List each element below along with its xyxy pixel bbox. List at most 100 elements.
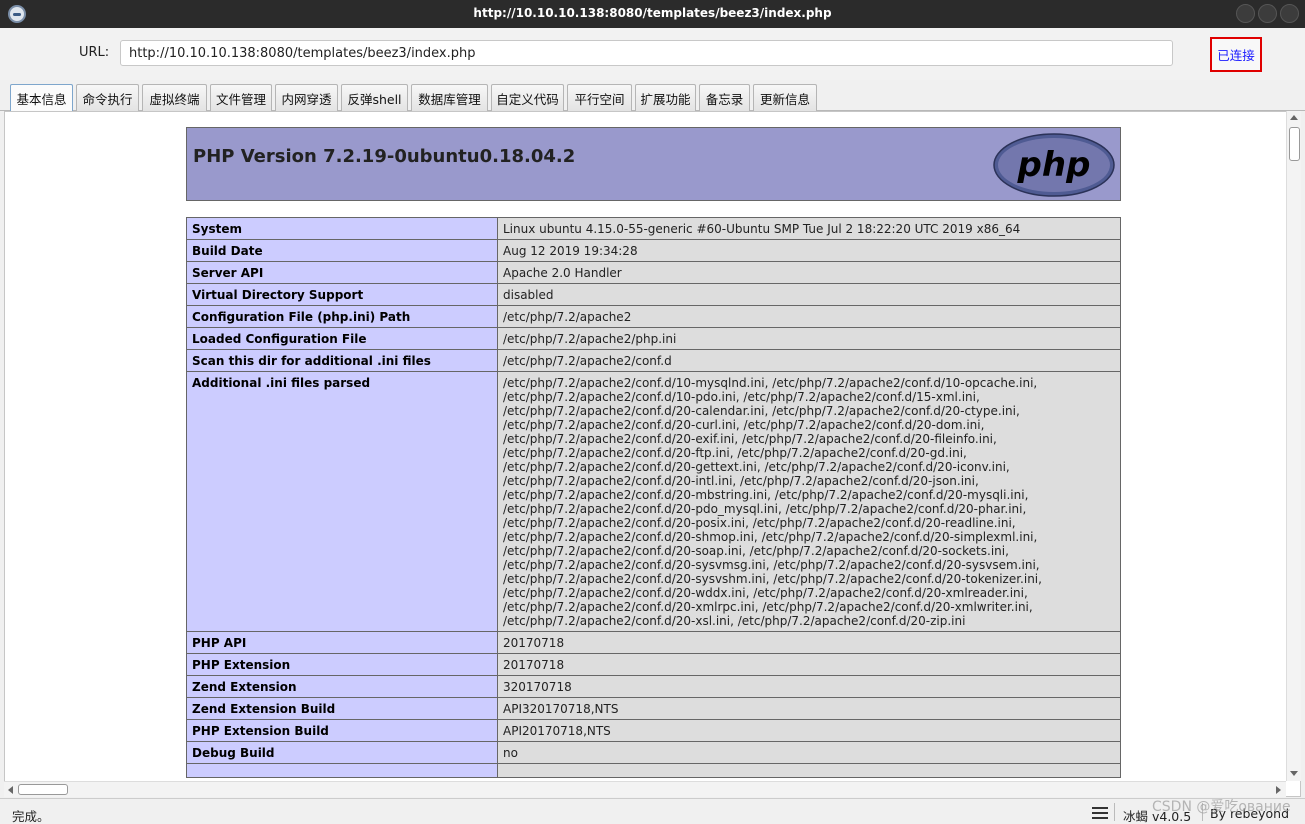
status-divider	[1114, 803, 1115, 821]
status-text: 完成。	[12, 809, 50, 824]
minimize-button[interactable]	[1236, 4, 1255, 23]
phpinfo-row: Zend Extension 320170718	[186, 675, 1121, 698]
php-logo-text: php	[1017, 145, 1091, 185]
horizontal-scrollbar[interactable]	[4, 781, 1286, 797]
ini-file-line: /etc/php/7.2/apache2/conf.d/20-mbstring.…	[503, 488, 1029, 502]
title-bar: http://10.10.10.138:8080/templates/beez3…	[0, 0, 1305, 28]
phpinfo-row: PHP Extension Build API20170718,NTS	[186, 719, 1121, 742]
phpinfo-value: disabled	[497, 283, 1121, 306]
ini-file-line: /etc/php/7.2/apache2/conf.d/20-xsl.ini, …	[503, 614, 966, 628]
horizontal-scroll-thumb[interactable]	[18, 784, 68, 795]
phpinfo-row: PHP Extension 20170718	[186, 653, 1121, 676]
phpinfo-key: Build Date	[186, 239, 498, 262]
tab-9[interactable]: 扩展功能	[635, 84, 696, 111]
phpinfo-table: System Linux ubuntu 4.15.0-55-generic #60…	[186, 217, 1121, 778]
ini-file-line: /etc/php/7.2/apache2/conf.d/20-curl.ini,…	[503, 418, 985, 432]
ini-file-line: /etc/php/7.2/apache2/conf.d/20-wddx.ini,…	[503, 586, 1028, 600]
phpinfo-row: Additional .ini files parsed/etc/php/7.2…	[186, 371, 1121, 632]
phpinfo-value: no	[497, 741, 1121, 764]
url-label: URL:	[79, 45, 110, 60]
php-logo: php	[993, 133, 1115, 197]
watermark: CSDN @爱吃ование	[1152, 799, 1291, 815]
window-title: http://10.10.10.138:8080/templates/beez3…	[473, 6, 832, 20]
phpinfo-key: Loaded Configuration File	[186, 327, 498, 350]
phpinfo-key: Scan this dir for additional .ini files	[186, 349, 498, 372]
ini-file-line: /etc/php/7.2/apache2/conf.d/20-sysvshm.i…	[503, 572, 1042, 586]
status-bar: 完成。 冰蝎 v4.0.5 By rebeyond	[0, 798, 1305, 824]
tab-2[interactable]: 虚拟终端	[142, 84, 207, 111]
phpinfo-key: Zend Extension Build	[186, 697, 498, 720]
phpinfo-row: Scan this dir for additional .ini files /…	[186, 349, 1121, 372]
phpinfo-row: Build Date Aug 12 2019 19:34:28	[186, 239, 1121, 262]
menu-icon[interactable]	[1092, 807, 1108, 819]
tab-6[interactable]: 数据库管理	[411, 84, 488, 111]
ini-file-line: /etc/php/7.2/apache2/conf.d/20-pdo_mysql…	[503, 502, 1027, 516]
phpinfo-row: Zend Extension Build API320170718,NTS	[186, 697, 1121, 720]
tab-11[interactable]: 更新信息	[753, 84, 817, 111]
phpinfo-key: Additional .ini files parsed	[186, 371, 498, 632]
phpinfo-value: /etc/php/7.2/apache2/conf.d/10-mysqlnd.i…	[497, 371, 1121, 632]
ini-file-line: /etc/php/7.2/apache2/conf.d/10-pdo.ini, …	[503, 390, 980, 404]
connection-status: 已连接	[1210, 37, 1262, 72]
ini-file-line: /etc/php/7.2/apache2/conf.d/20-xmlrpc.in…	[503, 600, 1033, 614]
url-input[interactable]	[120, 40, 1173, 66]
scroll-right-arrow-icon[interactable]	[1276, 786, 1281, 794]
phpinfo-key: PHP Extension	[186, 653, 498, 676]
phpinfo-key: Configuration File (php.ini) Path	[186, 305, 498, 328]
phpinfo-value: 20170718	[497, 653, 1121, 676]
tab-bar: 基本信息 命令执行 虚拟终端 文件管理 内网穿透 反弹shell 数据库管理 自定义代码 平行空…	[0, 80, 1305, 111]
ini-file-line: /etc/php/7.2/apache2/conf.d/20-ftp.ini, …	[503, 446, 967, 460]
phpinfo-key: Virtual Directory Support	[186, 283, 498, 306]
phpinfo-key	[186, 763, 498, 778]
tab-7[interactable]: 自定义代码	[491, 84, 564, 111]
phpinfo-key: PHP API	[186, 631, 498, 654]
ini-file-line: /etc/php/7.2/apache2/conf.d/20-posix.ini…	[503, 516, 1016, 530]
phpinfo-value: API20170718,NTS	[497, 719, 1121, 742]
phpinfo-row: System Linux ubuntu 4.15.0-55-generic #60…	[186, 217, 1121, 240]
phpinfo-key: Zend Extension	[186, 675, 498, 698]
url-toolbar: URL: 已连接	[0, 28, 1305, 80]
phpinfo-row: Configuration File (php.ini) Path/etc/ph…	[186, 305, 1121, 328]
ini-file-line: /etc/php/7.2/apache2/conf.d/20-exif.ini,…	[503, 432, 997, 446]
close-button[interactable]	[1280, 4, 1299, 23]
content-viewport: PHP Version 7.2.19-0ubuntu0.18.04.2 php …	[4, 111, 1301, 797]
phpinfo-row: PHP API 20170718	[186, 631, 1121, 654]
tab-0[interactable]: 基本信息	[10, 84, 73, 111]
scroll-down-arrow-icon[interactable]	[1290, 771, 1298, 776]
phpinfo-row: Debug Build no	[186, 741, 1121, 764]
ini-file-line: /etc/php/7.2/apache2/conf.d/20-intl.ini,…	[503, 474, 979, 488]
vertical-scroll-thumb[interactable]	[1289, 127, 1300, 161]
phpinfo-key: PHP Extension Build	[186, 719, 498, 742]
phpinfo-key: System	[186, 217, 498, 240]
tab-1[interactable]: 命令执行	[76, 84, 139, 111]
tab-8[interactable]: 平行空间	[567, 84, 632, 111]
phpinfo-row	[186, 763, 1121, 778]
phpinfo-header: PHP Version 7.2.19-0ubuntu0.18.04.2 php	[186, 127, 1121, 201]
tab-10[interactable]: 备忘录	[699, 84, 750, 111]
ini-file-line: /etc/php/7.2/apache2/conf.d/20-soap.ini,…	[503, 544, 1009, 558]
phpinfo-row: Virtual Directory Support disabled	[186, 283, 1121, 306]
ini-file-line: /etc/php/7.2/apache2/conf.d/20-gettext.i…	[503, 460, 1010, 474]
scroll-left-arrow-icon[interactable]	[8, 786, 13, 794]
phpinfo-value: 320170718	[497, 675, 1121, 698]
phpinfo-key: Debug Build	[186, 741, 498, 764]
phpinfo-key: Server API	[186, 261, 498, 284]
phpinfo-value: Apache 2.0 Handler	[497, 261, 1121, 284]
phpinfo-row: Loaded Configuration File/etc/php/7.2/ap…	[186, 327, 1121, 350]
tab-3[interactable]: 文件管理	[210, 84, 272, 111]
ini-file-line: /etc/php/7.2/apache2/conf.d/10-mysqlnd.i…	[503, 376, 1038, 390]
ini-file-line: /etc/php/7.2/apache2/conf.d/20-sysvmsg.i…	[503, 558, 1040, 572]
phpinfo-value: Linux ubuntu 4.15.0-55-generic #60-Ubunt…	[497, 217, 1121, 240]
scroll-up-arrow-icon[interactable]	[1290, 115, 1298, 120]
maximize-button[interactable]	[1258, 4, 1277, 23]
phpinfo-value: /etc/php/7.2/apache2/conf.d	[497, 349, 1121, 372]
vertical-scrollbar[interactable]	[1286, 111, 1301, 781]
tab-4[interactable]: 内网穿透	[275, 84, 338, 111]
phpinfo-row: Server API Apache 2.0 Handler	[186, 261, 1121, 284]
phpinfo-value: 20170718	[497, 631, 1121, 654]
ini-file-line: /etc/php/7.2/apache2/conf.d/20-shmop.ini…	[503, 530, 1038, 544]
phpinfo-value: /etc/php/7.2/apache2	[497, 305, 1121, 328]
phpinfo-value: API320170718,NTS	[497, 697, 1121, 720]
ini-file-line: /etc/php/7.2/apache2/conf.d/20-calendar.…	[503, 404, 1020, 418]
tab-5[interactable]: 反弹shell	[341, 84, 408, 111]
